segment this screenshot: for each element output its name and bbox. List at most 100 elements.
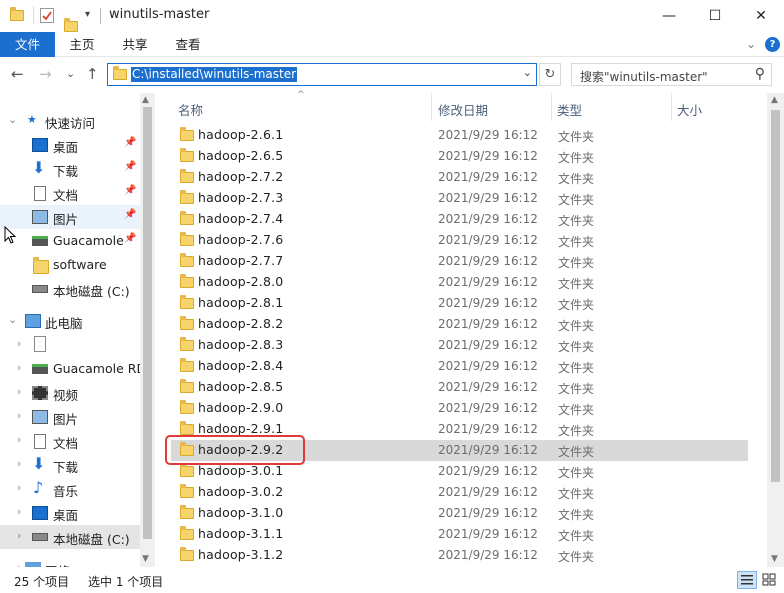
maximize-button[interactable]: ☐ [692,0,738,32]
nav-item-desktop-pc[interactable]: › 桌面 [0,501,140,525]
file-row[interactable]: hadoop-3.1.0 2021/9/29 16:12 文件夹 [171,503,748,524]
nav-item-downloads[interactable]: ⬇ 下载 📌 [0,157,140,181]
address-bar[interactable]: C:\installed\winutils-master ⌄ [107,63,537,86]
file-row[interactable]: hadoop-3.1.1 2021/9/29 16:12 文件夹 [171,524,748,545]
scroll-up-icon[interactable]: ▲ [771,95,778,105]
file-name[interactable]: hadoop-3.1.1 [198,526,283,541]
nav-item-desktop[interactable]: 桌面 📌 [0,133,140,157]
file-name[interactable]: hadoop-3.0.1 [198,463,283,478]
file-row[interactable]: hadoop-2.8.1 2021/9/29 16:12 文件夹 [171,293,748,314]
nav-network[interactable]: › 网络 [0,557,140,567]
tab-share[interactable]: 共享 [110,32,160,57]
file-name[interactable]: hadoop-2.8.4 [198,358,283,373]
address-dropdown-icon[interactable]: ⌄ [523,66,532,79]
minimize-button[interactable]: — [646,0,692,32]
pin-icon[interactable]: 📌 [124,185,136,196]
nav-item-pictures[interactable]: 图片 📌 [0,205,140,229]
pin-icon[interactable]: 📌 [124,233,136,244]
file-row[interactable]: hadoop-3.1.2 2021/9/29 16:12 文件夹 [171,545,748,566]
file-row[interactable]: hadoop-2.6.5 2021/9/29 16:12 文件夹 [171,146,748,167]
nav-item-downloads-pc[interactable]: › ⬇ 下载 [0,453,140,477]
file-row[interactable]: hadoop-2.7.2 2021/9/29 16:12 文件夹 [171,167,748,188]
refresh-button[interactable]: ↻ [539,63,561,86]
nav-item-music[interactable]: › ♪ 音乐 [0,477,140,501]
nav-scroll-thumb[interactable] [143,107,152,539]
scroll-down-icon[interactable]: ▼ [142,554,149,564]
file-name[interactable]: hadoop-2.7.3 [198,190,283,205]
nav-item-software[interactable]: software [0,253,140,277]
quick-access-dropdown-icon[interactable]: ▾ [85,9,90,20]
address-path[interactable]: C:\installed\winutils-master [131,67,298,82]
file-row[interactable]: hadoop-2.9.0 2021/9/29 16:12 文件夹 [171,398,748,419]
file-row[interactable]: hadoop-2.8.2 2021/9/29 16:12 文件夹 [171,314,748,335]
column-type[interactable]: 类型 [557,100,582,119]
file-name[interactable]: hadoop-2.8.1 [198,295,283,310]
column-modified[interactable]: 修改日期 [438,100,488,119]
nav-item-pictures-pc[interactable]: › 图片 [0,405,140,429]
nav-item-blank[interactable]: › [0,333,140,357]
collapsed-chevron-icon[interactable]: › [17,457,21,470]
file-name[interactable]: hadoop-2.7.7 [198,253,283,268]
nav-scrollbar[interactable]: ▲ ▼ [140,93,155,567]
collapsed-chevron-icon[interactable]: › [17,481,21,494]
scroll-down-icon[interactable]: ▼ [771,554,778,564]
file-name[interactable]: hadoop-2.9.0 [198,400,283,415]
column-divider[interactable] [671,93,672,121]
file-name[interactable]: hadoop-2.7.2 [198,169,283,184]
expanded-chevron-icon[interactable]: ⌄ [8,313,17,326]
file-name[interactable]: hadoop-3.0.2 [198,484,283,499]
tab-view[interactable]: 查看 [163,32,213,57]
pin-icon[interactable]: 📌 [124,161,136,172]
file-name[interactable]: hadoop-2.7.6 [198,232,283,247]
file-name[interactable]: hadoop-2.9.1 [198,421,283,436]
file-row[interactable]: hadoop-2.6.1 2021/9/29 16:12 文件夹 [171,125,748,146]
file-name[interactable]: hadoop-2.8.5 [198,379,283,394]
file-row[interactable]: hadoop-2.7.4 2021/9/29 16:12 文件夹 [171,209,748,230]
collapsed-chevron-icon[interactable]: › [17,361,21,374]
file-name[interactable]: hadoop-2.7.4 [198,211,283,226]
help-icon[interactable]: ? [765,37,780,52]
file-row[interactable]: hadoop-2.8.0 2021/9/29 16:12 文件夹 [171,272,748,293]
collapsed-chevron-icon[interactable]: › [17,529,21,542]
column-divider[interactable] [431,93,432,121]
collapsed-chevron-icon[interactable]: › [17,505,21,518]
collapsed-chevron-icon[interactable]: › [17,385,21,398]
close-button[interactable]: ✕ [738,0,784,32]
ribbon-expand-icon[interactable]: ⌄ [746,37,756,51]
file-row[interactable]: hadoop-2.7.7 2021/9/29 16:12 文件夹 [171,251,748,272]
nav-item-local-disk-pc[interactable]: › 本地磁盘 (C:) [0,525,140,549]
file-name[interactable]: hadoop-2.6.1 [198,127,283,142]
nav-quick-access[interactable]: ⌄ ★ 快速访问 [0,109,140,133]
file-name[interactable]: hadoop-3.1.2 [198,547,283,562]
nav-item-documents[interactable]: 文档 📌 [0,181,140,205]
up-button[interactable]: ↑ [86,65,99,83]
tab-file[interactable]: 文件 [0,32,55,57]
file-row[interactable]: hadoop-2.8.4 2021/9/29 16:12 文件夹 [171,356,748,377]
forward-button[interactable]: → [39,65,52,83]
file-name[interactable]: hadoop-2.8.3 [198,337,283,352]
file-name[interactable]: hadoop-2.6.5 [198,148,283,163]
details-view-button[interactable] [737,571,757,589]
file-row[interactable]: hadoop-3.0.2 2021/9/29 16:12 文件夹 [171,482,748,503]
recent-locations-button[interactable]: ⌄ [66,67,75,80]
file-list-scrollbar[interactable]: ▲ ▼ [767,93,784,567]
nav-item-documents-pc[interactable]: › 文档 [0,429,140,453]
column-size[interactable]: 大小 [677,100,702,119]
nav-this-pc[interactable]: ⌄ 此电脑 [0,309,140,333]
column-name[interactable]: 名称 [178,100,203,119]
collapsed-chevron-icon[interactable]: › [17,433,21,446]
expanded-chevron-icon[interactable]: ⌄ [8,113,17,126]
file-name[interactable]: hadoop-2.8.0 [198,274,283,289]
back-button[interactable]: ← [11,65,24,83]
file-row[interactable]: hadoop-2.8.3 2021/9/29 16:12 文件夹 [171,335,748,356]
tab-home[interactable]: 主页 [57,32,107,57]
file-name[interactable]: hadoop-3.1.0 [198,505,283,520]
nav-item-videos[interactable]: › 视频 [0,381,140,405]
search-icon[interactable]: ⚲ [755,66,765,82]
file-row[interactable]: hadoop-2.8.5 2021/9/29 16:12 文件夹 [171,377,748,398]
properties-check-icon[interactable] [40,8,54,23]
scroll-up-icon[interactable]: ▲ [142,95,149,105]
nav-item-guacamole-rd[interactable]: › Guacamole RD [0,357,146,381]
new-folder-icon[interactable] [64,18,78,32]
collapsed-chevron-icon[interactable]: › [17,337,21,350]
